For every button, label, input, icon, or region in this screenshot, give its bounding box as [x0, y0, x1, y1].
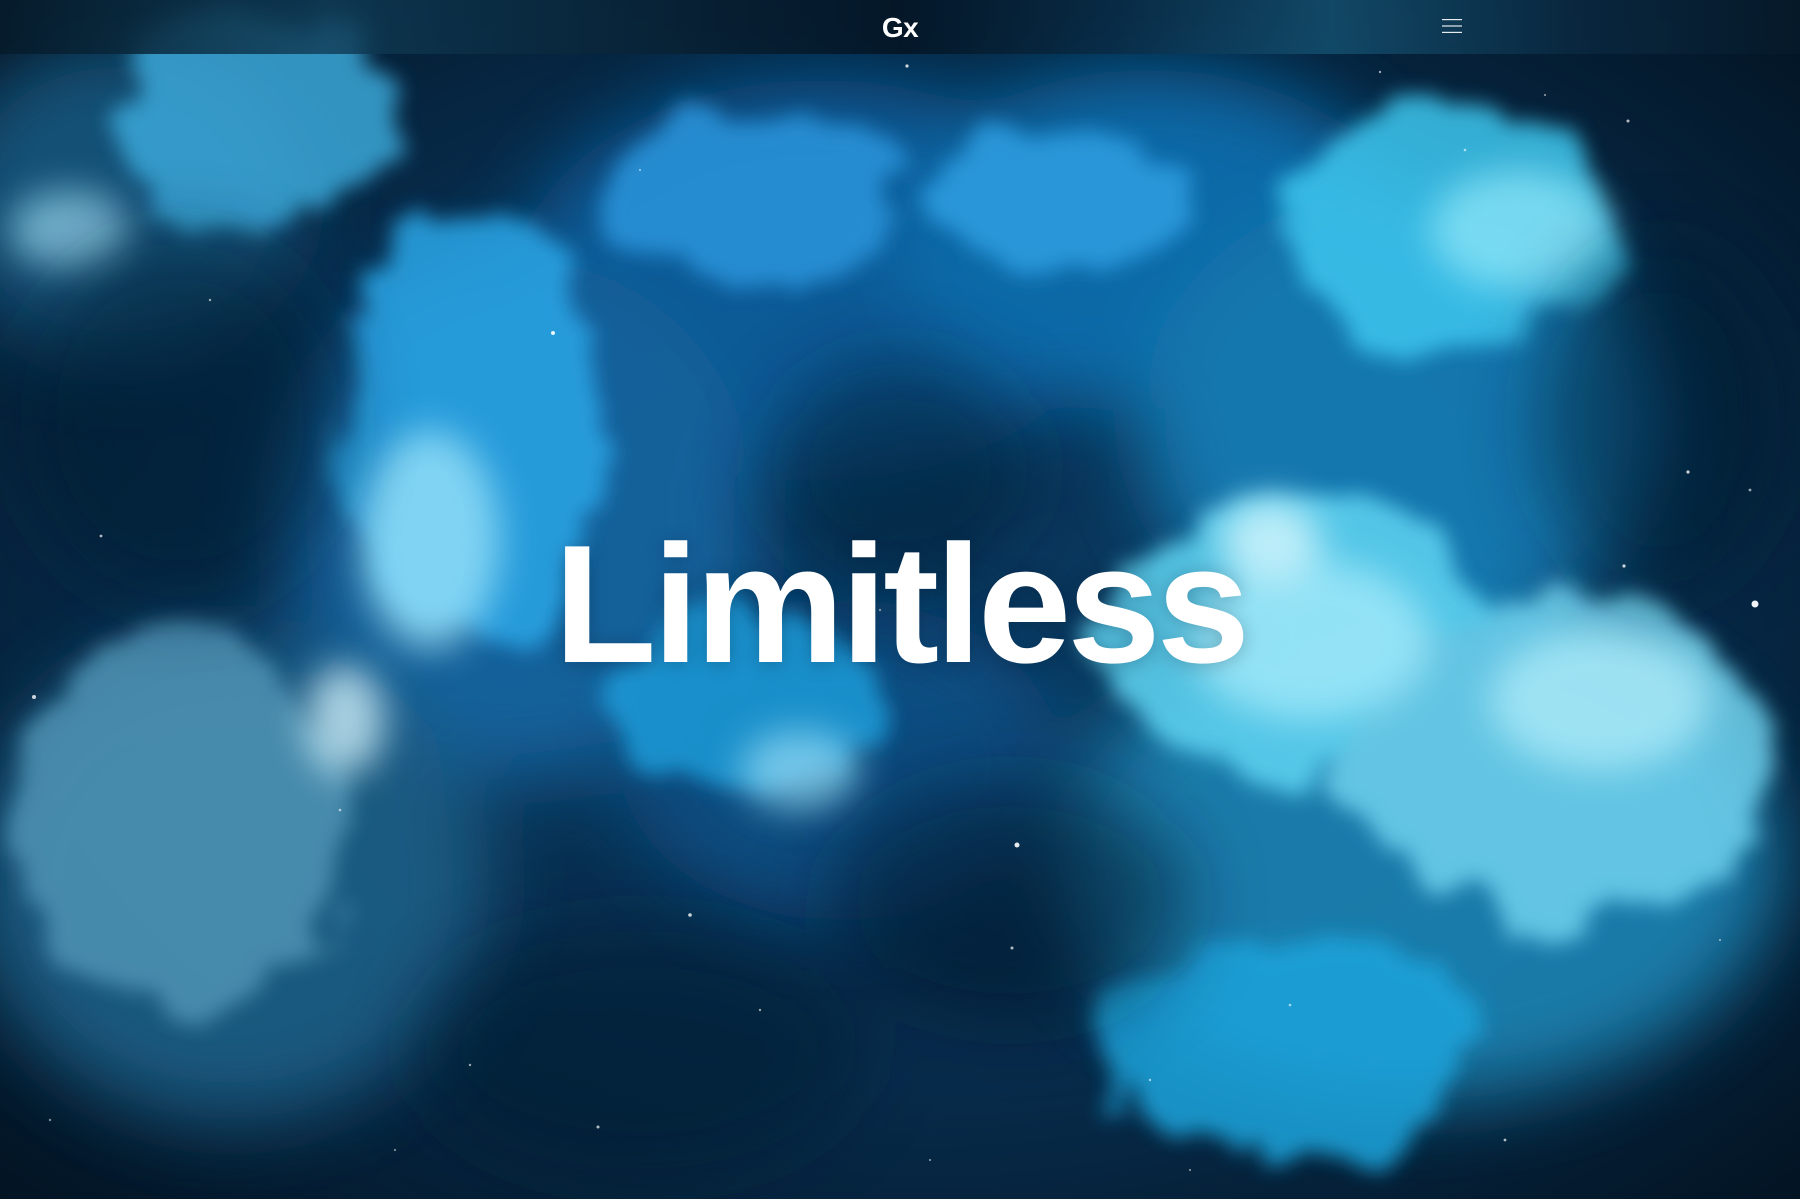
brand-logo: Gx — [0, 11, 1800, 45]
brand-logo-text[interactable]: Gx — [882, 12, 919, 43]
hero-headline: Limitless — [553, 510, 1250, 698]
menu-button[interactable] — [1436, 12, 1468, 40]
top-navigation-bar: Gx — [0, 0, 1800, 54]
hamburger-menu-icon — [1442, 19, 1462, 33]
page: Gx Limitless — [0, 0, 1800, 1199]
